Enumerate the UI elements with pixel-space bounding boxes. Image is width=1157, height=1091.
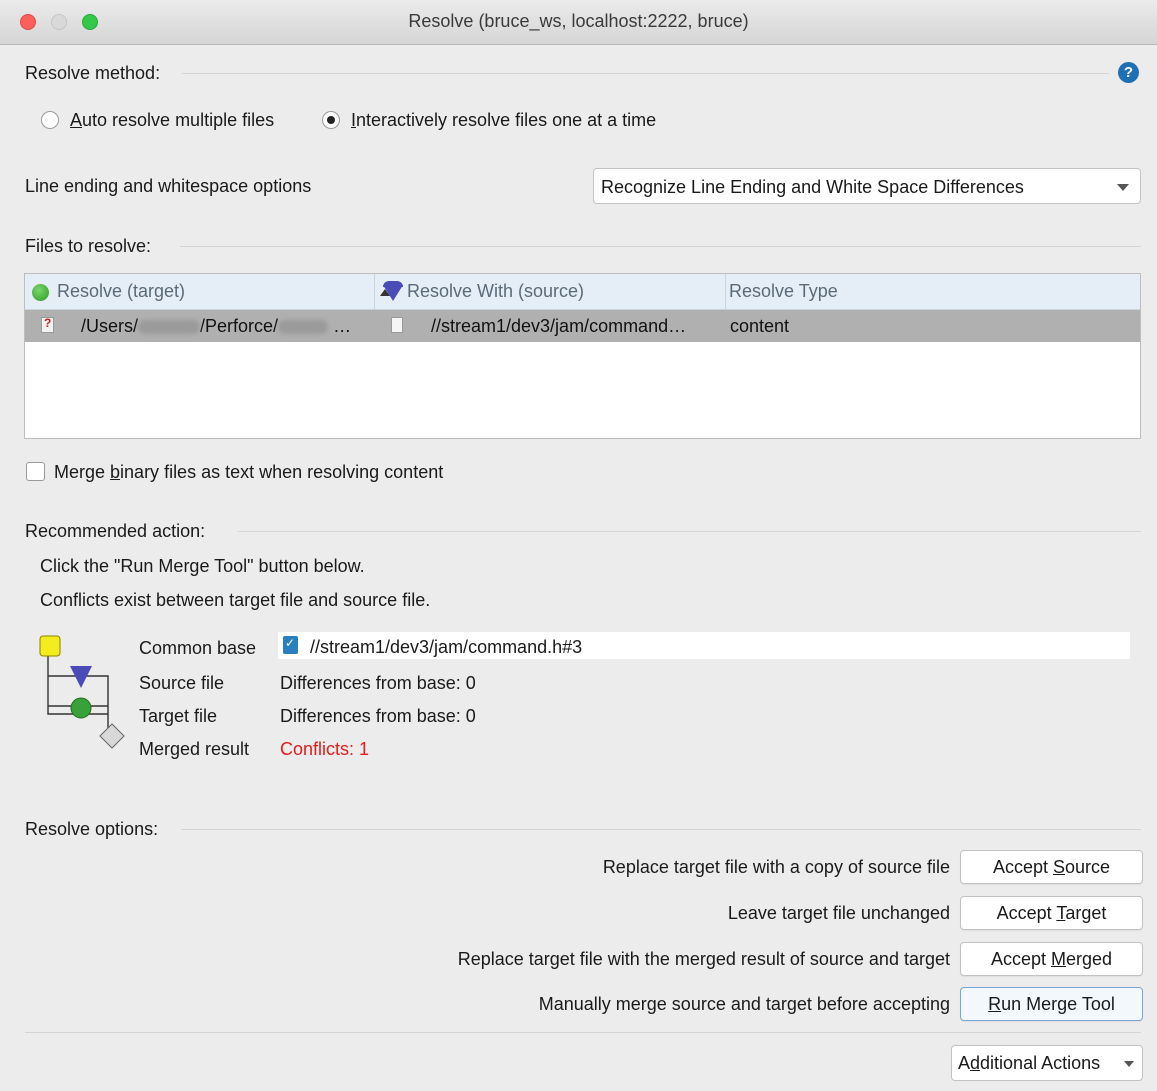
merge-binary-label[interactable]: Merge binary files as text when resolvin… <box>54 462 443 483</box>
target-file-value: Differences from base: 0 <box>280 706 476 726</box>
column-header-target[interactable]: Resolve (target) <box>57 274 185 309</box>
divider <box>182 73 1109 74</box>
line-ending-label: Line ending and whitespace options <box>25 176 312 196</box>
merge-flow-diagram-icon <box>39 635 125 749</box>
chevron-down-icon <box>1117 184 1129 191</box>
run-merge-tool-description: Manually merge source and target before … <box>538 994 950 1014</box>
accept-target-description: Leave target file unchanged <box>727 903 950 923</box>
run-merge-tool-button[interactable]: Run Merge Tool <box>960 987 1143 1021</box>
table-row[interactable]: /Users//Perforce/ … //stream1/dev3/jam/c… <box>25 310 1140 342</box>
recommended-line-2: Conflicts exist between target file and … <box>40 590 431 610</box>
interactive-resolve-radio[interactable] <box>322 111 340 129</box>
question-circle-icon[interactable]: ? <box>1118 62 1139 83</box>
files-to-resolve-label: Files to resolve: <box>25 236 152 256</box>
divider <box>181 829 1141 830</box>
merged-result-label: Merged result <box>139 739 250 759</box>
common-base-label: Common base <box>139 638 257 658</box>
resolve-type-cell: content <box>730 316 790 336</box>
additional-actions-button[interactable]: Additional Actions <box>951 1045 1143 1081</box>
accept-source-description: Replace target file with a copy of sourc… <box>602 857 950 877</box>
merge-binary-checkbox[interactable] <box>26 462 45 481</box>
common-base-value: //stream1/dev3/jam/command.h#3 <box>310 637 583 657</box>
resolve-method-label: Resolve method: <box>25 63 161 83</box>
interactive-resolve-label[interactable]: Interactively resolve files one at a tim… <box>351 110 656 131</box>
common-base-field: //stream1/dev3/jam/command.h#3 <box>278 632 1130 659</box>
divider <box>180 246 1141 247</box>
file-checked-icon <box>283 636 298 654</box>
accept-target-button[interactable]: Accept Target <box>960 896 1143 930</box>
column-header-source[interactable]: Resolve With (source) <box>407 274 584 309</box>
column-divider[interactable] <box>725 274 726 309</box>
source-path-cell: //stream1/dev3/jam/command… <box>431 316 687 336</box>
file-text-icon <box>391 317 403 333</box>
recommended-action-label: Recommended action: <box>25 521 206 541</box>
source-file-value: Differences from base: 0 <box>280 673 476 693</box>
resolve-dialog: Resolve (bruce_ws, localhost:2222, bruce… <box>0 0 1157 1091</box>
accept-merged-description: Replace target file with the merged resu… <box>457 949 950 969</box>
auto-resolve-label[interactable]: Auto resolve multiple files <box>70 110 274 131</box>
resolve-options-label: Resolve options: <box>25 819 159 839</box>
target-green-circle-icon <box>32 284 49 301</box>
target-path-cell: /Users//Perforce/ … <box>81 316 352 336</box>
divider <box>25 1032 1141 1033</box>
merged-result-value: Conflicts: 1 <box>280 739 370 759</box>
accept-merged-button[interactable]: Accept Merged <box>960 942 1143 976</box>
line-ending-select[interactable]: Recognize Line Ending and White Space Di… <box>593 168 1141 204</box>
line-ending-value: Recognize Line Ending and White Space Di… <box>601 177 1024 197</box>
source-blue-drop-icon <box>383 281 403 301</box>
auto-resolve-radio[interactable] <box>41 111 59 129</box>
file-conflict-icon <box>41 316 54 333</box>
window-title: Resolve (bruce_ws, localhost:2222, bruce… <box>408 11 749 31</box>
chevron-down-icon <box>1124 1061 1134 1067</box>
column-header-type[interactable]: Resolve Type <box>729 274 838 309</box>
divider <box>238 531 1141 532</box>
column-divider[interactable] <box>374 274 375 309</box>
redacted-segment <box>138 320 201 335</box>
accept-source-button[interactable]: Accept Source <box>960 850 1143 884</box>
files-table[interactable]: Resolve (target) Resolve With (source) R… <box>24 273 1141 439</box>
title-bar: Resolve (bruce_ws, localhost:2222, bruce… <box>0 0 1157 45</box>
recommended-line-1: Click the "Run Merge Tool" button below. <box>40 556 365 576</box>
target-file-label: Target file <box>139 706 218 726</box>
table-header: Resolve (target) Resolve With (source) R… <box>25 274 1140 310</box>
redacted-segment <box>278 320 329 335</box>
source-file-label: Source file <box>139 673 225 693</box>
